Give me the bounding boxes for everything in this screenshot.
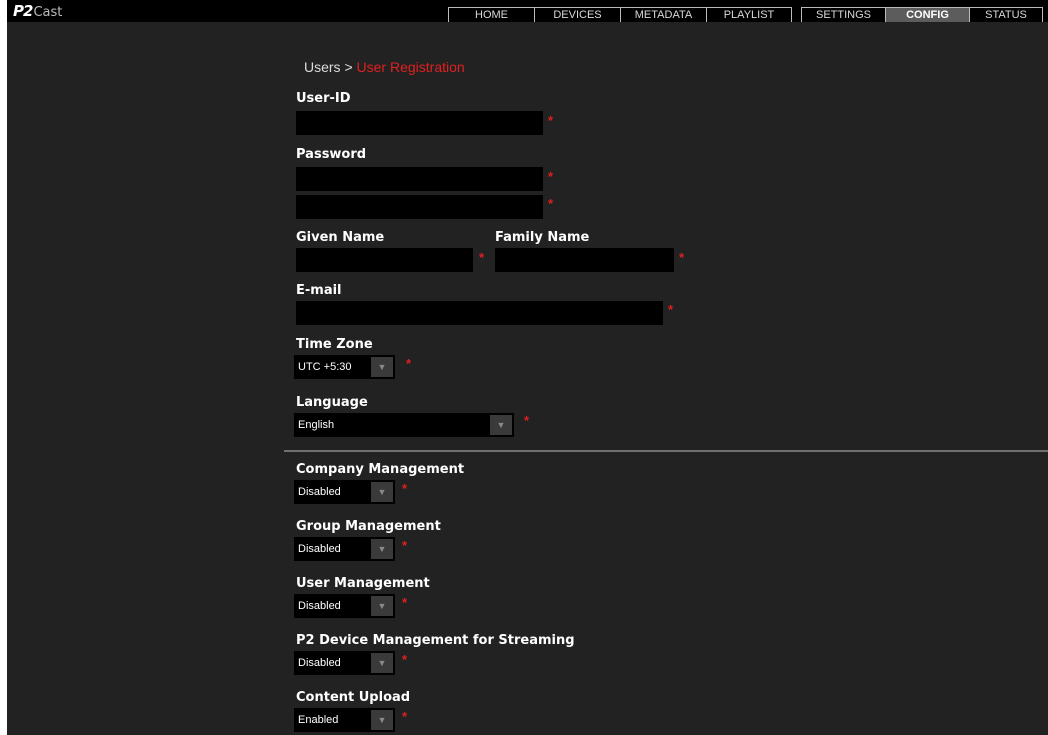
- nav-home[interactable]: HOME: [449, 8, 535, 22]
- group-management-label: Group Management: [296, 519, 441, 534]
- given-name-input[interactable]: [296, 248, 473, 272]
- language-label: Language: [296, 395, 368, 410]
- main-nav: HOME DEVICES METADATA PLAYLIST: [448, 7, 792, 22]
- required-mark: *: [402, 538, 408, 553]
- nav-settings[interactable]: SETTINGS: [802, 8, 886, 22]
- user-management-select[interactable]: Disabled ▼: [294, 594, 395, 618]
- company-management-label: Company Management: [296, 462, 465, 477]
- required-mark: *: [548, 196, 554, 211]
- chevron-down-icon[interactable]: ▼: [371, 482, 393, 502]
- section-divider: [284, 450, 1048, 452]
- language-select[interactable]: English ▼: [294, 413, 514, 437]
- nav-devices[interactable]: DEVICES: [535, 8, 621, 22]
- company-management-select[interactable]: Disabled ▼: [294, 480, 395, 504]
- user-management-value: Disabled: [298, 600, 341, 612]
- time-zone-select[interactable]: UTC +5:30 ▼: [294, 355, 395, 379]
- content-upload-label: Content Upload: [296, 690, 411, 705]
- chevron-down-icon[interactable]: ▼: [490, 415, 512, 435]
- logo-p2-text: P2: [13, 2, 33, 20]
- required-mark: *: [402, 595, 408, 610]
- password-label: Password: [296, 147, 367, 162]
- nav-playlist[interactable]: PLAYLIST: [707, 8, 791, 22]
- required-mark: *: [524, 413, 530, 428]
- breadcrumb-current: User Registration: [356, 59, 465, 75]
- system-nav: SETTINGS CONFIG STATUS: [801, 7, 1043, 22]
- chevron-down-icon[interactable]: ▼: [371, 710, 393, 730]
- breadcrumb-separator: >: [340, 59, 357, 75]
- chevron-down-icon[interactable]: ▼: [371, 539, 393, 559]
- company-management-value: Disabled: [298, 486, 341, 498]
- email-input[interactable]: [296, 301, 663, 325]
- family-name-label: Family Name: [495, 230, 590, 245]
- required-mark: *: [402, 481, 408, 496]
- p2cast-logo: P2 Cast: [13, 2, 62, 20]
- required-mark: *: [479, 250, 485, 265]
- required-mark: *: [406, 356, 412, 371]
- nav-config[interactable]: CONFIG: [886, 8, 970, 22]
- content-upload-value: Enabled: [298, 714, 339, 726]
- p2-device-management-label: P2 Device Management for Streaming: [296, 633, 575, 648]
- family-name-input[interactable]: [495, 248, 674, 272]
- password-input[interactable]: [296, 167, 543, 191]
- required-mark: *: [402, 652, 408, 667]
- logo-cast-text: Cast: [33, 5, 63, 20]
- time-zone-label: Time Zone: [296, 337, 373, 352]
- p2-device-management-value: Disabled: [298, 657, 341, 669]
- top-bar: P2 Cast HOME DEVICES METADATA PLAYLIST S…: [7, 0, 1048, 22]
- group-management-select[interactable]: Disabled ▼: [294, 537, 395, 561]
- chevron-down-icon[interactable]: ▼: [371, 596, 393, 616]
- required-mark: *: [402, 709, 408, 724]
- password-confirm-input[interactable]: [296, 195, 543, 219]
- required-mark: *: [548, 113, 554, 128]
- group-management-value: Disabled: [298, 543, 341, 555]
- breadcrumb-parent[interactable]: Users: [304, 59, 341, 75]
- user-management-label: User Management: [296, 576, 430, 591]
- nav-status[interactable]: STATUS: [970, 8, 1042, 22]
- p2-device-management-select[interactable]: Disabled ▼: [294, 651, 395, 675]
- breadcrumb: Users > User Registration: [304, 59, 465, 75]
- chevron-down-icon[interactable]: ▼: [371, 357, 393, 377]
- content-upload-select[interactable]: Enabled ▼: [294, 708, 395, 732]
- required-mark: *: [679, 250, 685, 265]
- chevron-down-icon[interactable]: ▼: [371, 653, 393, 673]
- given-name-label: Given Name: [296, 230, 385, 245]
- user-id-input[interactable]: [296, 111, 543, 135]
- time-zone-value: UTC +5:30: [298, 361, 352, 373]
- email-label: E-mail: [296, 283, 342, 298]
- language-value: English: [298, 419, 335, 431]
- app-window: P2 Cast HOME DEVICES METADATA PLAYLIST S…: [0, 0, 1048, 735]
- required-mark: *: [548, 169, 554, 184]
- user-id-label: User-ID: [296, 91, 351, 106]
- nav-metadata[interactable]: METADATA: [621, 8, 707, 22]
- required-mark: *: [668, 302, 674, 317]
